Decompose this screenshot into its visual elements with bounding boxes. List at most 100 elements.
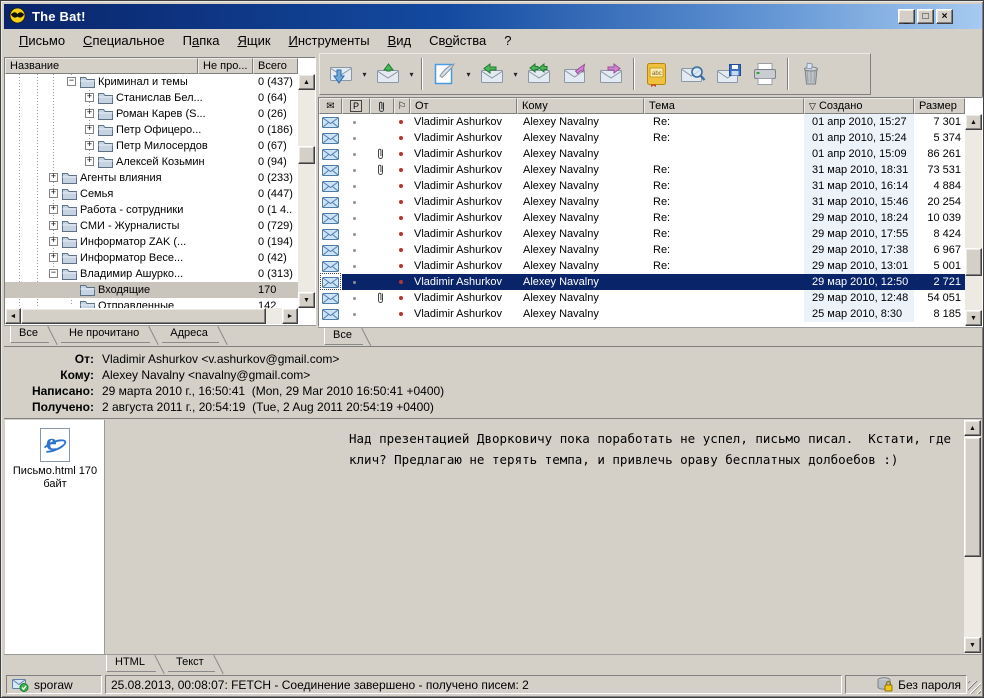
- folder-vscrollbar[interactable]: [298, 74, 315, 308]
- new-message-button[interactable]: [427, 57, 463, 91]
- receive-mail-button[interactable]: [323, 57, 359, 91]
- message-row[interactable]: 29 мар 2010, 13:01Vladimir AshurkovAlexe…: [319, 258, 965, 274]
- expand-icon[interactable]: +: [85, 157, 94, 166]
- send-mail-button[interactable]: [370, 57, 406, 91]
- scroll-up-button[interactable]: ▲: [298, 74, 315, 90]
- send-mail-dropdown[interactable]: ▾: [406, 57, 417, 91]
- expand-icon[interactable]: +: [49, 237, 58, 246]
- folder-row[interactable]: −Владимир Ашурко...0 (313): [5, 266, 298, 282]
- column-to[interactable]: Кому: [517, 98, 644, 114]
- folder-column-name[interactable]: Название: [5, 58, 198, 74]
- folder-tab-all[interactable]: Все: [10, 326, 44, 342]
- column-attachment[interactable]: [370, 98, 394, 114]
- collapse-icon[interactable]: −: [67, 77, 76, 86]
- message-body[interactable]: Над презентацией Дворковичу пока поработ…: [349, 428, 951, 470]
- scroll-down-button[interactable]: ▼: [964, 637, 981, 653]
- folder-row[interactable]: +Семья0 (447): [5, 186, 298, 202]
- folder-row[interactable]: +Петр Офицеро...0 (186): [5, 122, 298, 138]
- message-row[interactable]: 31 мар 2010, 18:31Vladimir AshurkovAlexe…: [319, 162, 965, 178]
- save-message-button[interactable]: [711, 57, 747, 91]
- folder-row[interactable]: +Станислав Бел...0 (64): [5, 90, 298, 106]
- column-flag[interactable]: ⚐: [394, 98, 410, 114]
- envelope-icon[interactable]: ✉: [326, 101, 334, 112]
- expand-icon[interactable]: +: [85, 109, 94, 118]
- scroll-thumb[interactable]: [21, 308, 266, 324]
- scroll-up-button[interactable]: ▲: [964, 420, 981, 436]
- folder-row[interactable]: Отправленные142: [5, 298, 298, 308]
- menu-svoystva[interactable]: Свойства: [420, 31, 495, 50]
- search-mail-button[interactable]: [675, 57, 711, 91]
- folder-row[interactable]: +Информатор ZAK (...0 (194): [5, 234, 298, 250]
- message-row[interactable]: 01 апр 2010, 15:09Vladimir AshurkovAlexe…: [319, 146, 965, 162]
- column-size[interactable]: Размер: [914, 98, 965, 114]
- message-row[interactable]: Vladimir AshurkovAlexey Navalny29 мар 20…: [319, 274, 965, 290]
- folder-row[interactable]: +Работа - сотрудники0 (1 4..: [5, 202, 298, 218]
- column-created[interactable]: ▽ Создано: [804, 98, 914, 114]
- menu-help[interactable]: ?: [495, 31, 520, 50]
- message-row[interactable]: 01 апр 2010, 15:24Vladimir AshurkovAlexe…: [319, 130, 965, 146]
- reply-button[interactable]: [474, 57, 510, 91]
- message-row[interactable]: 29 мар 2010, 12:48Vladimir AshurkovAlexe…: [319, 290, 965, 306]
- message-row[interactable]: 29 мар 2010, 18:24Vladimir AshurkovAlexe…: [319, 210, 965, 226]
- menu-vid[interactable]: Вид: [379, 31, 421, 50]
- menu-instrumenty[interactable]: Инструменты: [280, 31, 379, 50]
- expand-icon[interactable]: +: [49, 205, 58, 214]
- folder-row[interactable]: +Роман Карев (S...0 (26): [5, 106, 298, 122]
- scroll-thumb[interactable]: [965, 248, 982, 276]
- column-subject[interactable]: Тема: [644, 98, 804, 114]
- menu-papka[interactable]: Папка: [174, 31, 229, 50]
- list-vscrollbar[interactable]: [965, 114, 982, 326]
- new-message-dropdown[interactable]: ▾: [463, 57, 474, 91]
- message-tab-all[interactable]: Все: [324, 328, 358, 344]
- expand-icon[interactable]: +: [49, 173, 58, 182]
- address-book-button[interactable]: abc: [639, 57, 675, 91]
- maximize-button[interactable]: □: [917, 9, 934, 24]
- message-row[interactable]: 29 мар 2010, 17:38Vladimir AshurkovAlexe…: [319, 242, 965, 258]
- reply-all-button[interactable]: [521, 57, 557, 91]
- scroll-left-button[interactable]: ◄: [5, 308, 21, 324]
- expand-icon[interactable]: +: [85, 125, 94, 134]
- message-row[interactable]: 01 апр 2010, 15:27Vladimir AshurkovAlexe…: [319, 114, 965, 130]
- column-from[interactable]: От: [410, 98, 517, 114]
- folder-row[interactable]: +СМИ - Журналисты0 (729): [5, 218, 298, 234]
- redirect-button[interactable]: [593, 57, 629, 91]
- folder-column-total[interactable]: Всего: [253, 58, 298, 74]
- message-row[interactable]: 25 мар 2010, 8:30Vladimir AshurkovAlexey…: [319, 306, 965, 322]
- account-cell[interactable]: sporaw: [6, 675, 102, 694]
- folder-row[interactable]: +Агенты влияния0 (233): [5, 170, 298, 186]
- expand-icon[interactable]: +: [85, 141, 94, 150]
- menu-special[interactable]: Специальное: [74, 31, 174, 50]
- close-button[interactable]: ×: [936, 9, 953, 24]
- expand-icon[interactable]: +: [49, 189, 58, 198]
- menu-pismo[interactable]: Письмо: [10, 31, 74, 50]
- folder-tab-unread[interactable]: Не прочитано: [61, 326, 145, 342]
- scroll-right-button[interactable]: ►: [282, 308, 298, 324]
- expand-icon[interactable]: +: [49, 253, 58, 262]
- folder-row[interactable]: +Алексей Козьмин0 (94): [5, 154, 298, 170]
- message-row[interactable]: 31 мар 2010, 15:46Vladimir AshurkovAlexe…: [319, 194, 965, 210]
- scroll-thumb[interactable]: [298, 146, 315, 164]
- folder-tab-addresses[interactable]: Адреса: [162, 326, 214, 342]
- scroll-down-button[interactable]: ▼: [965, 310, 982, 326]
- attachment-item[interactable]: e Письмо.html 170 байт: [12, 428, 98, 491]
- message-row[interactable]: 31 мар 2010, 16:14Vladimir AshurkovAlexe…: [319, 178, 965, 194]
- scroll-down-button[interactable]: ▼: [298, 292, 315, 308]
- folder-row[interactable]: +Информатор Весе...0 (42): [5, 250, 298, 266]
- viewer-tab-html[interactable]: HTML: [106, 655, 151, 671]
- minimize-button[interactable]: _: [898, 9, 915, 24]
- scroll-up-button[interactable]: ▲: [965, 114, 982, 130]
- folder-row[interactable]: +Петр Милосердов0 (67): [5, 138, 298, 154]
- column-parked[interactable]: P: [342, 98, 370, 114]
- delete-button[interactable]: [793, 57, 829, 91]
- resize-grip[interactable]: [968, 681, 981, 694]
- expand-icon[interactable]: +: [49, 221, 58, 230]
- title-bar[interactable]: The Bat! _ □ ×: [4, 4, 982, 29]
- viewer-tab-text[interactable]: Текст: [168, 655, 210, 671]
- forward-button[interactable]: [557, 57, 593, 91]
- folder-row[interactable]: −Криминал и темы0 (437): [5, 74, 298, 90]
- folder-column-unread[interactable]: Не про...: [198, 58, 253, 74]
- collapse-icon[interactable]: −: [49, 269, 58, 278]
- message-row[interactable]: 29 мар 2010, 17:55Vladimir AshurkovAlexe…: [319, 226, 965, 242]
- password-cell[interactable]: Без пароля: [845, 675, 967, 694]
- menu-yaschik[interactable]: Ящик: [228, 31, 279, 50]
